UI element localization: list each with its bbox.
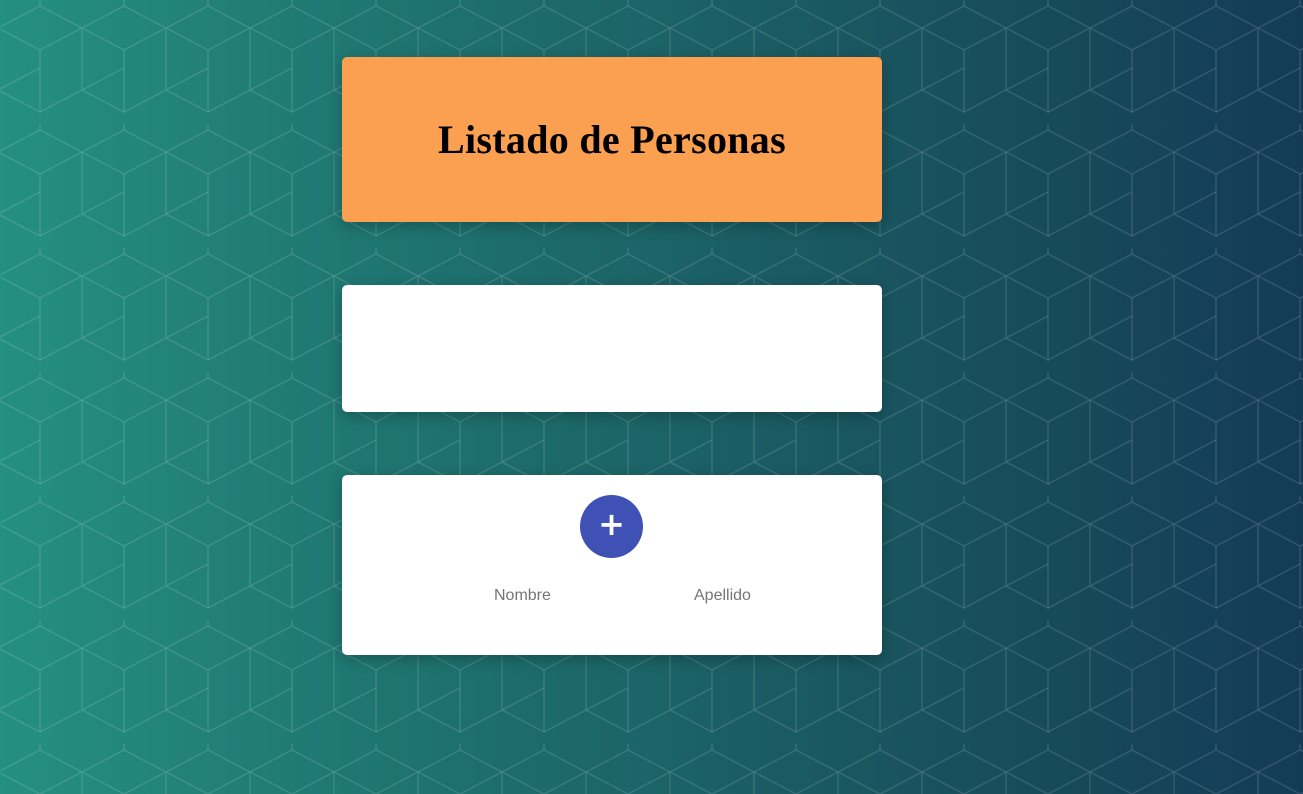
add-person-form: + <box>342 475 882 655</box>
apellido-field-wrapper <box>694 585 874 607</box>
header-card: Listado de Personas <box>342 57 882 222</box>
add-person-button[interactable]: + <box>580 495 643 558</box>
nombre-input[interactable] <box>494 585 674 607</box>
page-title: Listado de Personas <box>438 117 786 162</box>
plus-icon: + <box>598 504 625 543</box>
apellido-input[interactable] <box>694 585 874 607</box>
persons-list-card <box>342 285 882 412</box>
nombre-field-wrapper <box>494 585 674 607</box>
